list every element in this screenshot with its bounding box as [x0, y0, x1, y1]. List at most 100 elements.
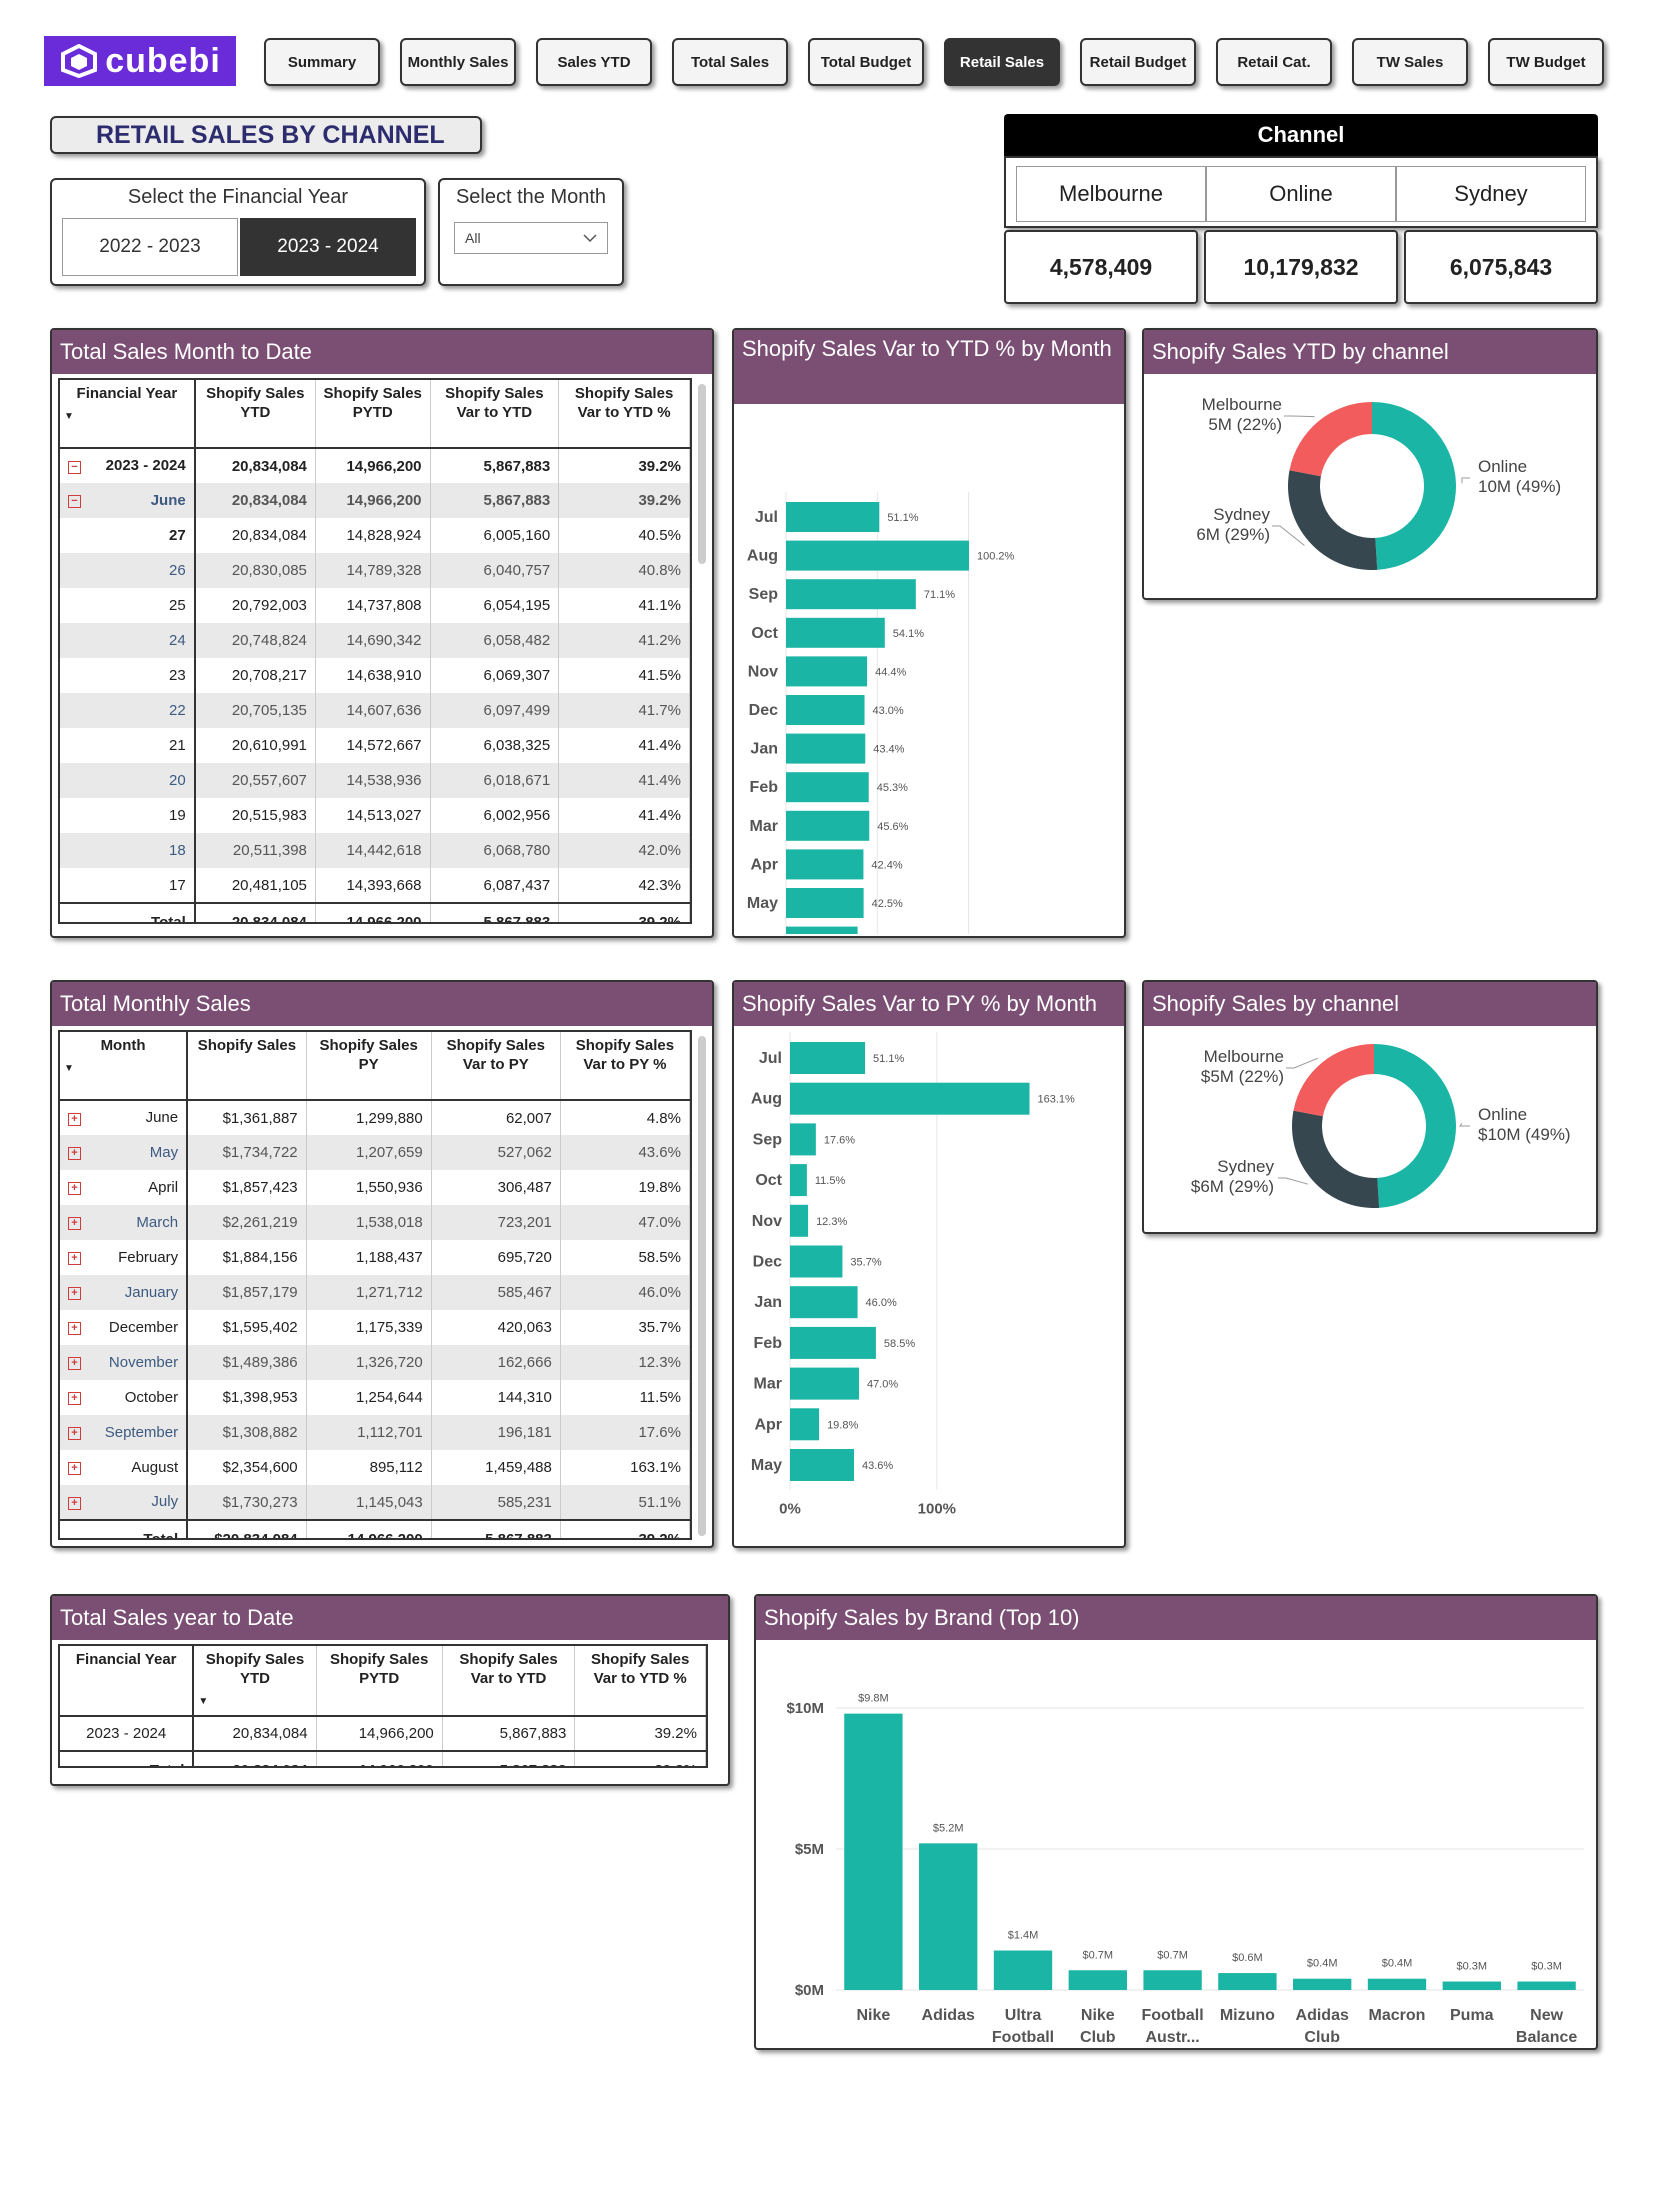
column-header[interactable]: Shopify Sales Var to YTD %: [558, 380, 690, 449]
column-header[interactable]: Shopify Sales Var to YTD: [442, 1646, 576, 1717]
table-row[interactable]: 19 20,515,983 14,513,027 6,002,956 41.4%: [60, 798, 690, 833]
table-row[interactable]: − June 20,834,084 14,966,200 5,867,883 39.2%: [60, 483, 690, 518]
bar[interactable]: [786, 617, 885, 648]
bar[interactable]: [786, 926, 858, 957]
bar[interactable]: [790, 1286, 858, 1319]
expand-icon[interactable]: +: [68, 1182, 81, 1196]
table-row[interactable]: + June $1,361,887 1,299,880 62,007 4.8%: [60, 1100, 690, 1135]
channel-melbourne[interactable]: Melbourne: [1016, 166, 1206, 222]
bar[interactable]: [790, 1326, 876, 1359]
column-header[interactable]: Shopify Sales YTD: [194, 380, 316, 449]
expand-icon[interactable]: +: [68, 1496, 81, 1510]
nav-retail-cat[interactable]: Retail Cat.: [1216, 38, 1332, 86]
bar[interactable]: [786, 772, 869, 803]
bar[interactable]: [786, 849, 864, 880]
expand-icon[interactable]: +: [68, 1147, 81, 1161]
fy-option-2023-2024[interactable]: 2023 - 2024: [240, 218, 416, 276]
expand-icon[interactable]: +: [68, 1322, 81, 1336]
column-header[interactable]: Shopify Sales YTD ▼: [193, 1646, 317, 1717]
bar[interactable]: [790, 1367, 860, 1400]
column-header[interactable]: Shopify Sales: [187, 1032, 307, 1101]
table-row[interactable]: 26 20,830,085 14,789,328 6,040,757 40.8%: [60, 553, 690, 588]
nav-tw-sales[interactable]: TW Sales: [1352, 38, 1468, 86]
nav-total-budget[interactable]: Total Budget: [808, 38, 924, 86]
donut-slice-sydney[interactable]: [1292, 1110, 1380, 1208]
expand-icon[interactable]: +: [68, 1462, 81, 1476]
expand-icon[interactable]: +: [68, 1392, 81, 1406]
bar[interactable]: [1442, 1981, 1501, 1990]
table-row[interactable]: 24 20,748,824 14,690,342 6,058,482 41.2%: [60, 623, 690, 658]
donut-slice-melbourne[interactable]: [1293, 1044, 1374, 1117]
table-row[interactable]: − 2023 - 2024 20,834,084 14,966,200 5,867,88…: [60, 448, 690, 483]
column-header[interactable]: Shopify Sales PYTD: [316, 1646, 443, 1717]
bar[interactable]: [1218, 1973, 1277, 1990]
bar[interactable]: [790, 1449, 855, 1481]
expand-icon[interactable]: +: [68, 1357, 81, 1371]
bar[interactable]: [1517, 1981, 1576, 1990]
bar[interactable]: [790, 1082, 1030, 1115]
bar[interactable]: [1367, 1978, 1427, 1990]
bar[interactable]: [790, 1123, 816, 1156]
table-row[interactable]: 22 20,705,135 14,607,636 6,097,499 41.7%: [60, 693, 690, 728]
collapse-icon[interactable]: −: [68, 460, 81, 474]
expand-icon[interactable]: +: [68, 1217, 81, 1231]
table-row[interactable]: 20 20,557,607 14,538,936 6,018,671 41.4%: [60, 763, 690, 798]
table-row[interactable]: 23 20,708,217 14,638,910 6,069,307 41.5%: [60, 658, 690, 693]
table-row[interactable]: 2023 - 2024 20,834,084 14,966,200 5,867,883…: [60, 1716, 706, 1751]
column-header[interactable]: Shopify Sales Var to PY %: [560, 1032, 690, 1101]
table-row[interactable]: + February $1,884,156 1,188,437 695,720 58.5%: [60, 1240, 690, 1275]
table-row[interactable]: + May $1,734,722 1,207,659 527,062 43.6%: [60, 1135, 690, 1170]
table-row[interactable]: 27 20,834,084 14,828,924 6,005,160 40.5%: [60, 518, 690, 553]
expand-icon[interactable]: +: [68, 1112, 81, 1126]
donut-slice-online[interactable]: [1374, 1044, 1456, 1208]
table-row[interactable]: 25 20,792,003 14,737,808 6,054,195 41.1%: [60, 588, 690, 623]
month-dropdown[interactable]: All: [454, 222, 608, 254]
scrollbar[interactable]: [698, 384, 706, 564]
column-header[interactable]: Shopify Sales Var to YTD %: [574, 1646, 706, 1717]
expand-icon[interactable]: +: [68, 1252, 81, 1266]
bar[interactable]: [786, 810, 870, 841]
bar[interactable]: [786, 502, 880, 532]
bar[interactable]: [790, 1245, 843, 1278]
bar[interactable]: [1068, 1970, 1127, 1990]
column-header[interactable]: Financial Year ▼: [60, 380, 196, 449]
column-header[interactable]: Shopify Sales PYTD: [315, 380, 431, 449]
bar[interactable]: [786, 579, 916, 610]
column-header[interactable]: Shopify Sales PY: [306, 1032, 432, 1101]
nav-sales-ytd[interactable]: Sales YTD: [536, 38, 652, 86]
column-header[interactable]: Shopify Sales Var to PY: [431, 1032, 561, 1101]
bar[interactable]: [786, 695, 865, 725]
bar[interactable]: [790, 1408, 820, 1441]
nav-retail-sales[interactable]: Retail Sales: [944, 38, 1060, 86]
fy-option-2022-2023[interactable]: 2022 - 2023: [62, 218, 238, 276]
table-row[interactable]: + November $1,489,386 1,326,720 162,666 12.3%: [60, 1345, 690, 1380]
nav-monthly-sales[interactable]: Monthly Sales: [400, 38, 516, 86]
table-row[interactable]: 18 20,511,398 14,442,618 6,068,780 42.0%: [60, 833, 690, 868]
nav-total-sales[interactable]: Total Sales: [672, 38, 788, 86]
sort-arrow-icon[interactable]: ▼: [64, 407, 190, 426]
scrollbar[interactable]: [698, 1036, 706, 1536]
sort-arrow-icon[interactable]: ▼: [198, 1692, 311, 1711]
bar[interactable]: [1143, 1970, 1202, 1990]
column-header[interactable]: Month ▼: [60, 1032, 189, 1101]
channel-sydney[interactable]: Sydney: [1396, 166, 1586, 222]
bar[interactable]: [1293, 1978, 1352, 1990]
bar[interactable]: [786, 733, 866, 764]
bar[interactable]: [790, 1164, 807, 1197]
collapse-icon[interactable]: −: [68, 495, 81, 509]
expand-icon[interactable]: +: [68, 1287, 81, 1301]
bar[interactable]: [790, 1042, 866, 1074]
donut-slice-sydney[interactable]: [1288, 470, 1378, 570]
table-row[interactable]: + March $2,261,219 1,538,018 723,201 47.0%: [60, 1205, 690, 1240]
table-row[interactable]: + July $1,730,273 1,145,043 585,231 51.1%: [60, 1485, 690, 1520]
table-row[interactable]: + January $1,857,179 1,271,712 585,467 46.0%: [60, 1275, 690, 1310]
bar[interactable]: [844, 1713, 903, 1990]
bar[interactable]: [919, 1843, 978, 1990]
donut-slice-melbourne[interactable]: [1289, 402, 1372, 477]
table-row[interactable]: + April $1,857,423 1,550,936 306,487 19.8%: [60, 1170, 690, 1205]
column-header[interactable]: Financial Year: [60, 1646, 195, 1717]
bar[interactable]: [993, 1950, 1053, 1990]
table-row[interactable]: + October $1,398,953 1,254,644 144,310 11.5%: [60, 1380, 690, 1415]
bar[interactable]: [786, 540, 969, 571]
nav-summary[interactable]: Summary: [264, 38, 380, 86]
